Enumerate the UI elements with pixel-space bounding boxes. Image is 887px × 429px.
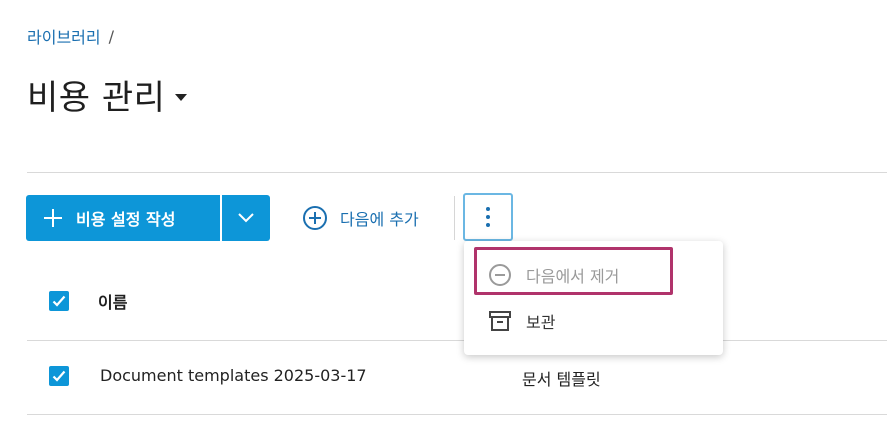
more-actions-menu: 다음에서 제거 보관 [464,241,723,355]
checkmark-icon [52,370,66,382]
kebab-dot [486,215,490,219]
table-divider [27,414,887,415]
menu-item-archive-label: 보관 [526,313,556,332]
select-all-checkbox[interactable] [49,291,69,311]
row-checkbox[interactable] [49,366,69,386]
create-cost-setting-button[interactable]: 비용 설정 작성 [26,195,220,241]
add-to-button[interactable]: 다음에 추가 [302,205,419,231]
plus-icon [44,209,62,227]
table-row-type: 문서 템플릿 [522,370,601,389]
chevron-down-icon [238,213,254,223]
page-title-dropdown[interactable]: 비용 관리 [27,70,188,119]
plus-circle-icon [303,206,327,230]
menu-item-archive[interactable]: 보관 [464,301,723,341]
create-options-dropdown-button[interactable] [222,195,270,241]
add-to-label: 다음에 추가 [340,210,419,229]
menu-item-remove-label: 다음에서 제거 [526,267,620,286]
toolbar-separator [454,196,455,240]
checkmark-icon [52,295,66,307]
page-title: 비용 관리 [27,78,166,118]
archive-box-icon [489,311,511,331]
table-row-name[interactable]: Document templates 2025-03-17 [100,366,367,385]
create-cost-setting-label: 비용 설정 작성 [76,210,176,229]
table-divider [27,340,887,341]
kebab-dot [486,223,490,227]
breadcrumb-library-link[interactable]: 라이브러리 [27,24,101,48]
column-header-name[interactable]: 이름 [98,289,127,313]
breadcrumb: 라이브러리 / [27,24,114,48]
menu-item-remove-from[interactable]: 다음에서 제거 [464,255,723,295]
kebab-dot [486,207,490,211]
more-actions-button[interactable] [463,193,513,241]
divider [27,172,887,173]
breadcrumb-separator: / [108,26,114,46]
minus-circle-icon [489,264,511,286]
caret-down-icon [175,94,188,101]
